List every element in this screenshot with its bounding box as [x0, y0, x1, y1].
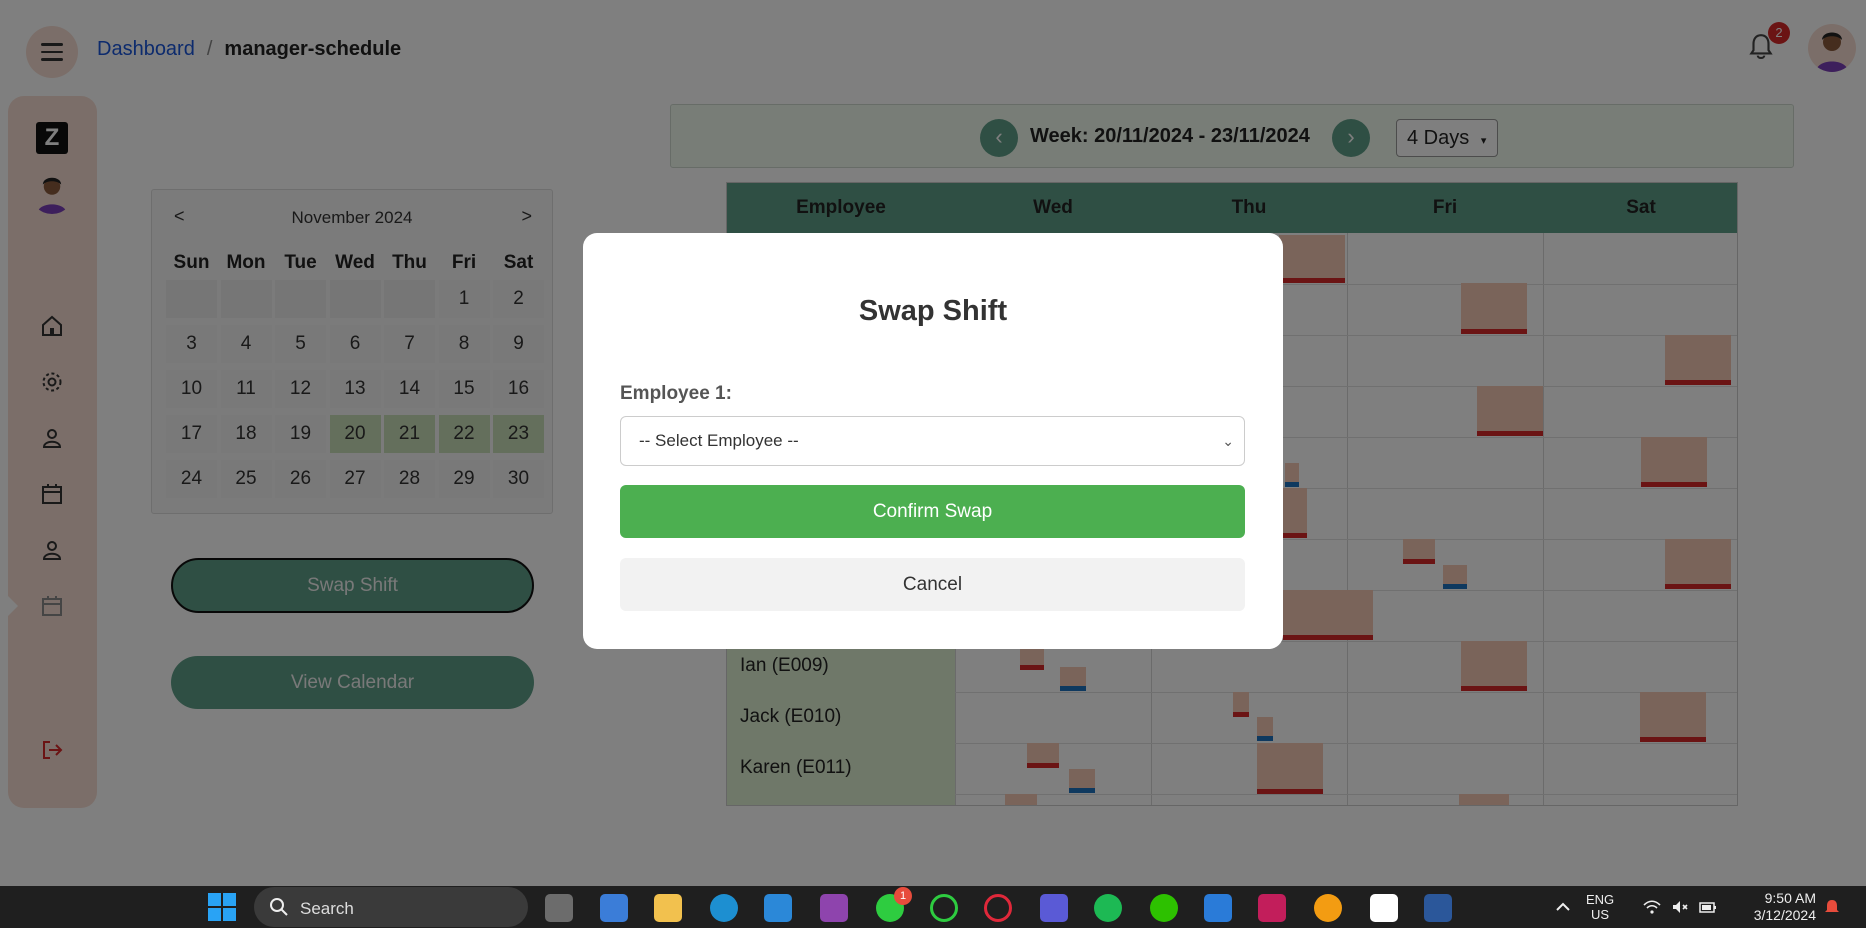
notion-icon[interactable] — [1370, 894, 1398, 922]
language-indicator[interactable]: ENG US — [1586, 892, 1614, 922]
copilot-icon[interactable] — [600, 894, 628, 922]
word-icon[interactable] — [1424, 894, 1452, 922]
language-primary: ENG — [1586, 892, 1615, 907]
windows-start-icon[interactable] — [208, 893, 236, 921]
employee-1-label: Employee 1: — [620, 383, 732, 404]
chevron-down-icon: ⌄ — [1222, 433, 1234, 449]
volume-muted-icon[interactable] — [1670, 897, 1690, 917]
system-clock[interactable]: 9:50 AM 3/12/2024 — [1740, 890, 1816, 924]
app-icon[interactable] — [820, 894, 848, 922]
swap-shift-modal: Swap Shift Employee 1: -- Select Employe… — [583, 233, 1283, 649]
vscode-icon[interactable] — [1204, 894, 1232, 922]
opera-icon[interactable] — [984, 894, 1012, 922]
cancel-button[interactable]: Cancel — [620, 558, 1245, 611]
edge-icon[interactable] — [710, 894, 738, 922]
opera-gx-icon[interactable] — [930, 894, 958, 922]
taskbar-search-label: Search — [300, 899, 354, 918]
search-icon — [270, 898, 288, 916]
wechat-icon[interactable] — [1150, 894, 1178, 922]
notification-bell-icon[interactable] — [1822, 897, 1842, 917]
clock-date: 3/12/2024 — [1753, 907, 1816, 923]
wifi-icon[interactable] — [1642, 897, 1662, 917]
clock-time: 9:50 AM — [1764, 890, 1816, 906]
intellij-icon[interactable] — [1258, 894, 1286, 922]
xbox-notification-badge: 1 — [894, 887, 912, 905]
chevron-up-icon[interactable] — [1548, 892, 1578, 922]
file-explorer-icon[interactable] — [654, 894, 682, 922]
store-icon[interactable] — [764, 894, 792, 922]
battery-icon[interactable] — [1698, 897, 1718, 917]
language-secondary: US — [1591, 907, 1610, 922]
modal-title: Swap Shift — [858, 295, 1008, 327]
spotify-icon[interactable] — [1094, 894, 1122, 922]
app-icon[interactable] — [1314, 894, 1342, 922]
confirm-swap-button[interactable]: Confirm Swap — [620, 485, 1245, 538]
employee-1-select-value: -- Select Employee -- — [639, 431, 799, 450]
taskbar-search-box[interactable]: Search — [254, 887, 528, 927]
os-taskbar: Search 1 ENG US 9:50 AM 3/12/2024 — [0, 886, 1866, 928]
app-icon[interactable] — [1040, 894, 1068, 922]
employee-1-select[interactable]: -- Select Employee -- ⌄ — [620, 416, 1245, 466]
task-view-icon[interactable] — [545, 894, 573, 922]
